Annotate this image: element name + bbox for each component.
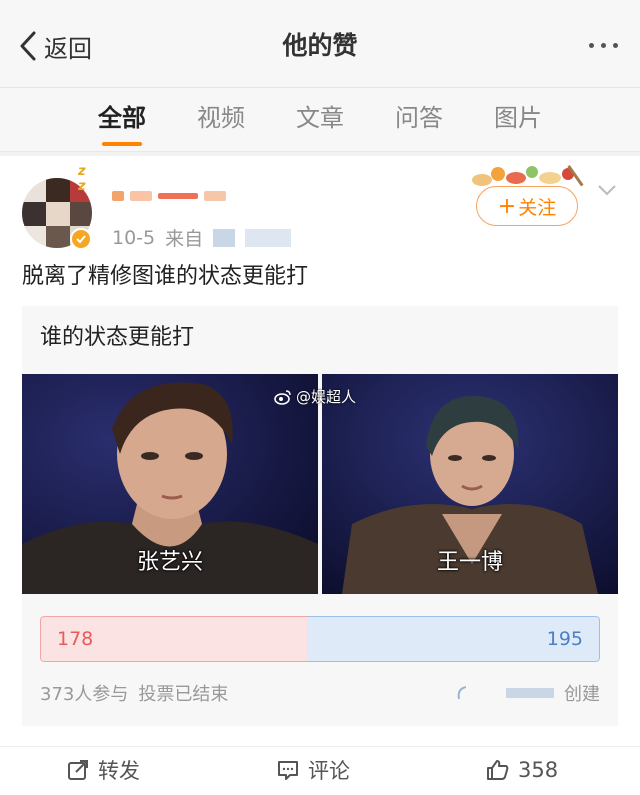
comment-button[interactable]: 评论 bbox=[276, 755, 350, 785]
poll-option-image-left[interactable]: 张艺兴 bbox=[22, 374, 318, 594]
repost-label: 转发 bbox=[98, 759, 140, 783]
created-label: 创建 bbox=[564, 684, 600, 705]
more-dots-icon bbox=[589, 42, 594, 48]
tab-qa[interactable]: 问答 bbox=[379, 98, 459, 138]
chevron-down-icon[interactable] bbox=[596, 182, 618, 198]
post-source-prefix: 来自 bbox=[165, 228, 204, 250]
like-count: 358 bbox=[518, 758, 559, 782]
more-menu-button[interactable] bbox=[589, 34, 618, 56]
option-left-caption: 张艺兴 bbox=[136, 550, 203, 575]
option-right-votes: 195 bbox=[307, 616, 600, 662]
post-card: zz 10-5 来自 + 关注 脱离了精修图谁的状态更能打 谁的状态更能打 张艺… bbox=[0, 156, 640, 746]
back-button[interactable]: 返回 bbox=[18, 26, 92, 66]
poll-option-image-right[interactable]: 王一博 bbox=[322, 374, 618, 594]
poll-footer: 373人参与 投票已结束 创建 bbox=[40, 678, 600, 708]
plus-icon: + bbox=[497, 193, 517, 219]
chevron-left-icon bbox=[20, 31, 36, 61]
tab-image[interactable]: 图片 bbox=[478, 98, 558, 138]
poll-title: 谁的状态更能打 bbox=[40, 325, 195, 350]
share-icon bbox=[68, 760, 88, 780]
page-title: 他的赞 bbox=[282, 31, 358, 60]
top-navbar: 返回 他的赞 bbox=[0, 0, 640, 88]
comment-label: 评论 bbox=[308, 759, 350, 783]
poll-card: 谁的状态更能打 张艺兴 王一博 @娱超人 178 195 373人参与 投票已结… bbox=[22, 306, 618, 726]
watermark-text: @娱超人 bbox=[296, 388, 357, 406]
back-label: 返回 bbox=[44, 34, 92, 63]
filter-tabs: 全部 视频 文章 问答 图片 bbox=[0, 88, 640, 152]
tab-article[interactable]: 文章 bbox=[280, 98, 360, 138]
like-button[interactable]: 358 bbox=[486, 755, 558, 785]
poll-creator[interactable]: 创建 bbox=[454, 678, 600, 708]
loading-arc-icon bbox=[457, 686, 467, 700]
post-date: 10-5 bbox=[112, 226, 156, 249]
sleep-icon: zz bbox=[78, 164, 86, 194]
repost-button[interactable]: 转发 bbox=[66, 755, 140, 785]
poll-participants: 373人参与 bbox=[40, 684, 129, 705]
poll-result-bar: 178 195 bbox=[40, 616, 600, 662]
source-redacted-2 bbox=[245, 228, 292, 247]
option-right-caption: 王一博 bbox=[436, 550, 503, 575]
verified-badge-icon bbox=[70, 228, 92, 250]
poll-status: 投票已结束 bbox=[138, 684, 229, 705]
post-meta: 10-5 来自 bbox=[112, 224, 292, 251]
option-left-votes: 178 bbox=[40, 616, 307, 662]
username-redacted[interactable] bbox=[112, 186, 226, 206]
more-dot bbox=[601, 42, 606, 48]
post-text: 脱离了精修图谁的状态更能打 bbox=[22, 264, 309, 289]
weibo-watermark: @娱超人 bbox=[274, 386, 356, 407]
tab-video[interactable]: 视频 bbox=[181, 98, 261, 138]
more-dot bbox=[613, 42, 618, 48]
weibo-logo-icon bbox=[274, 389, 291, 405]
thumbs-up-icon bbox=[487, 760, 509, 780]
follow-button[interactable]: + 关注 bbox=[476, 186, 578, 226]
creator-redacted bbox=[506, 688, 554, 698]
follow-label: 关注 bbox=[518, 196, 557, 219]
comment-icon bbox=[278, 761, 298, 780]
source-redacted bbox=[213, 228, 236, 247]
tab-all[interactable]: 全部 bbox=[82, 98, 162, 146]
action-bar: 转发 评论 358 bbox=[0, 746, 640, 795]
